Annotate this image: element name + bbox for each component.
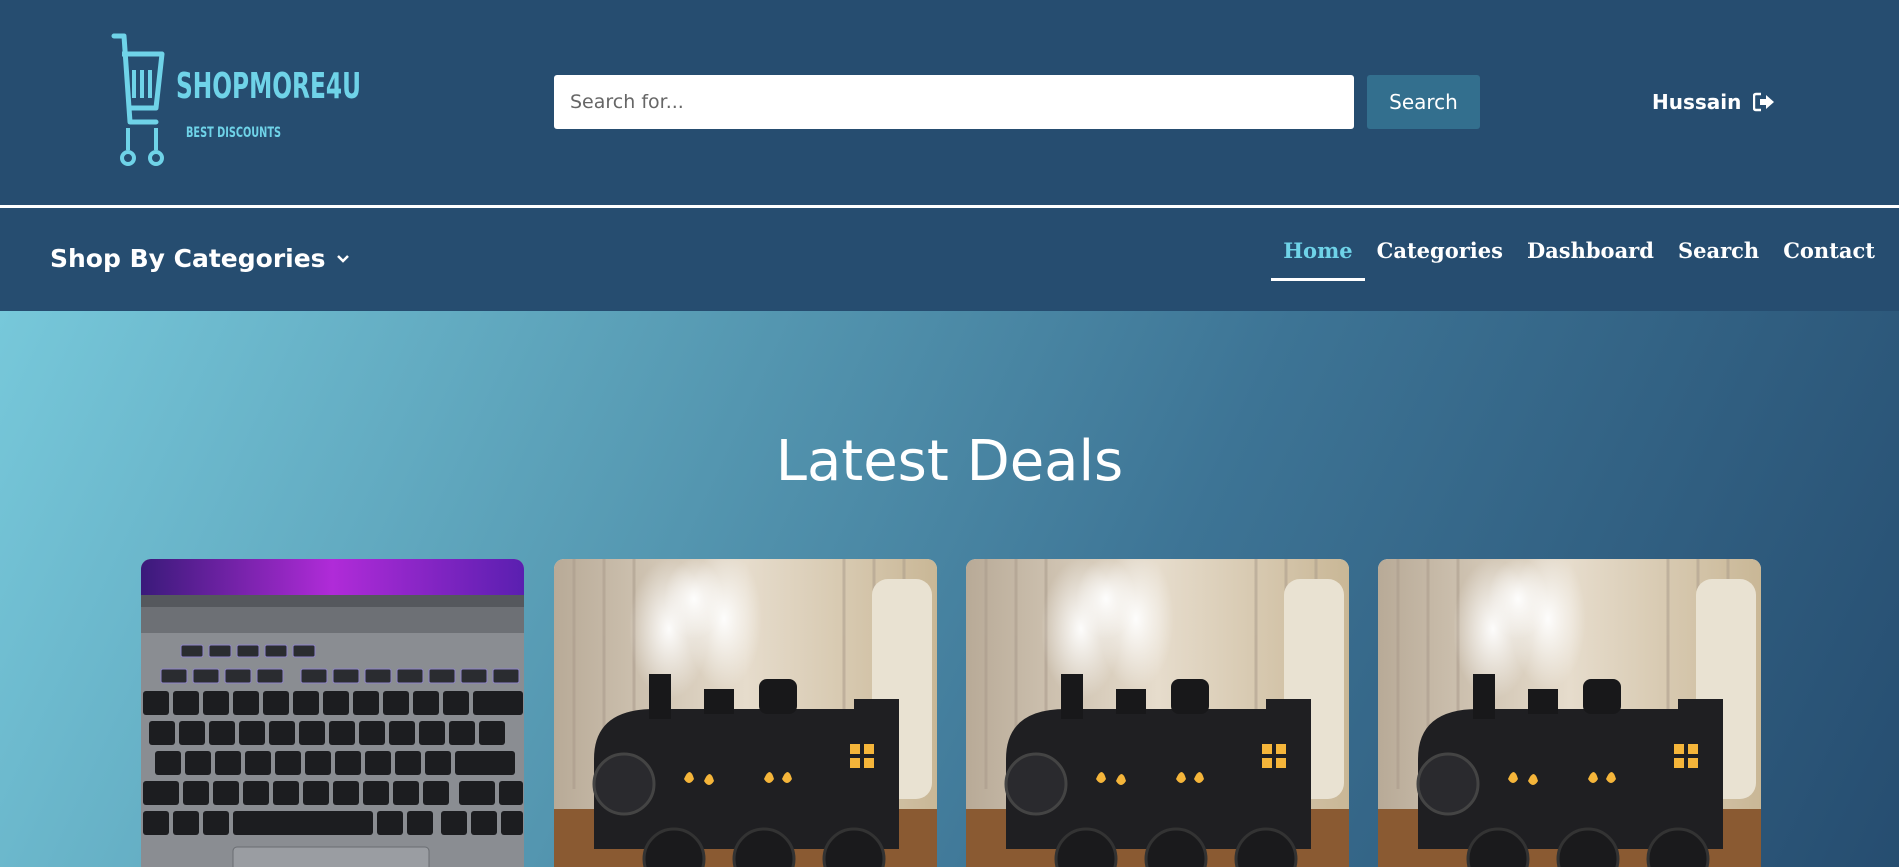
nav-link-dashboard[interactable]: Dashboard	[1525, 238, 1656, 281]
categories-dropdown[interactable]: Shop By Categories	[50, 244, 350, 273]
site-logo[interactable]: SHOPMORE4U BEST DISCOUNTS	[108, 30, 368, 180]
logo-tagline: BEST DISCOUNTS	[186, 125, 281, 141]
nav-link-categories[interactable]: Categories	[1375, 238, 1505, 281]
product-image-train	[966, 559, 1349, 867]
shopping-cart-icon: SHOPMORE4U BEST DISCOUNTS	[111, 33, 361, 166]
search-button[interactable]: Search	[1367, 75, 1480, 129]
search-input[interactable]	[554, 75, 1354, 129]
deal-card[interactable]	[554, 559, 937, 867]
section-title: Latest Deals	[775, 429, 1124, 494]
sign-out-icon[interactable]	[1753, 92, 1775, 112]
chevron-down-icon	[336, 254, 349, 263]
nav-link-contact[interactable]: Contact	[1781, 238, 1877, 281]
main-nav: Shop By Categories Home Categories Dashb…	[0, 208, 1899, 311]
nav-link-home[interactable]: Home	[1271, 238, 1366, 281]
product-image-train	[1378, 559, 1761, 867]
categories-dropdown-label: Shop By Categories	[50, 244, 326, 273]
nav-link-search[interactable]: Search	[1676, 238, 1761, 281]
user-account[interactable]: Hussain	[1652, 87, 1775, 117]
deal-card[interactable]	[1378, 559, 1761, 867]
user-name: Hussain	[1652, 90, 1742, 114]
deal-card[interactable]	[141, 559, 524, 867]
deal-card[interactable]	[966, 559, 1349, 867]
latest-deals-section: Latest Deals	[0, 311, 1899, 867]
logo-brand: SHOPMORE4U	[176, 66, 361, 107]
product-image-train	[554, 559, 937, 867]
nav-links: Home Categories Dashboard Search Contact	[1271, 238, 1877, 281]
top-header: SHOPMORE4U BEST DISCOUNTS Search Hussain	[0, 0, 1899, 205]
product-image-laptop	[141, 559, 524, 867]
